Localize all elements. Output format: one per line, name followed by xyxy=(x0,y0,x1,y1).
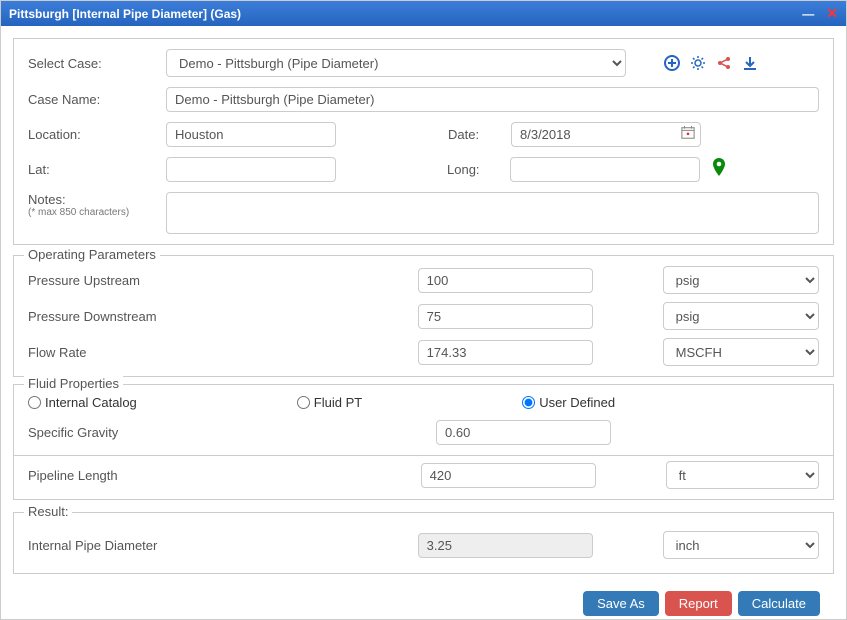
radio-user-defined[interactable]: User Defined xyxy=(522,395,615,410)
pressure-downstream-input[interactable] xyxy=(418,304,593,329)
pressure-upstream-input[interactable] xyxy=(418,268,593,293)
select-case-dropdown[interactable]: Demo - Pittsburgh (Pipe Diameter) xyxy=(166,49,626,77)
date-label: Date: xyxy=(448,127,503,142)
titlebar: Pittsburgh [Internal Pipe Diameter] (Gas… xyxy=(1,1,846,26)
content-area: Select Case: Demo - Pittsburgh (Pipe Dia… xyxy=(1,26,846,619)
pipeline-length-input[interactable] xyxy=(421,463,596,488)
gear-icon[interactable] xyxy=(690,55,706,71)
case-name-input[interactable] xyxy=(166,87,819,112)
add-icon[interactable] xyxy=(664,55,680,71)
specific-gravity-input[interactable] xyxy=(436,420,611,445)
result-label: Internal Pipe Diameter xyxy=(28,538,410,553)
case-panel: Select Case: Demo - Pittsburgh (Pipe Dia… xyxy=(13,38,834,245)
result-legend: Result: xyxy=(24,504,72,519)
notes-label-col: Notes: (* max 850 characters) xyxy=(28,192,158,218)
case-name-label: Case Name: xyxy=(28,92,158,107)
pipeline-length-unit[interactable]: ft xyxy=(666,461,819,489)
map-pin-icon[interactable] xyxy=(712,158,726,181)
radio-internal-catalog-input[interactable] xyxy=(28,396,41,409)
select-case-label: Select Case: xyxy=(28,56,158,71)
pressure-upstream-unit[interactable]: psig xyxy=(663,266,819,294)
footer-buttons: Save As Report Calculate xyxy=(13,581,834,619)
specific-gravity-label: Specific Gravity xyxy=(28,425,428,440)
lat-label: Lat: xyxy=(28,162,158,177)
long-input[interactable] xyxy=(510,157,700,182)
result-value xyxy=(418,533,593,558)
pipeline-panel: Pipeline Length ft xyxy=(13,455,834,500)
date-input[interactable] xyxy=(511,122,701,147)
flow-rate-input[interactable] xyxy=(418,340,593,365)
long-label: Long: xyxy=(447,162,502,177)
radio-fluid-pt-input[interactable] xyxy=(297,396,310,409)
save-as-button[interactable]: Save As xyxy=(583,591,659,616)
radio-fluid-pt[interactable]: Fluid PT xyxy=(297,395,362,410)
download-icon[interactable] xyxy=(742,55,758,71)
calendar-icon[interactable] xyxy=(681,125,695,143)
titlebar-buttons: — ✕ xyxy=(802,5,838,22)
fluid-properties-group: Fluid Properties Internal Catalog Fluid … xyxy=(13,384,834,456)
radio-user-defined-input[interactable] xyxy=(522,396,535,409)
window-title: Pittsburgh [Internal Pipe Diameter] (Gas… xyxy=(9,7,241,21)
pressure-downstream-unit[interactable]: psig xyxy=(663,302,819,330)
pipeline-length-label: Pipeline Length xyxy=(28,468,413,483)
flow-rate-unit[interactable]: MSCFH xyxy=(663,338,819,366)
date-field-wrap xyxy=(511,122,701,147)
application-window: Pittsburgh [Internal Pipe Diameter] (Gas… xyxy=(0,0,847,620)
notes-hint: (* max 850 characters) xyxy=(28,207,158,218)
flow-rate-label: Flow Rate xyxy=(28,345,410,360)
radio-internal-catalog[interactable]: Internal Catalog xyxy=(28,395,137,410)
location-input[interactable] xyxy=(166,122,336,147)
share-icon[interactable] xyxy=(716,55,732,71)
location-label: Location: xyxy=(28,127,158,142)
pressure-upstream-label: Pressure Upstream xyxy=(28,273,410,288)
notes-label: Notes: xyxy=(28,192,158,207)
report-button[interactable]: Report xyxy=(665,591,732,616)
fluid-properties-legend: Fluid Properties xyxy=(24,376,123,391)
close-icon[interactable]: ✕ xyxy=(826,5,838,22)
pressure-downstream-label: Pressure Downstream xyxy=(28,309,410,324)
operating-parameters-group: Operating Parameters Pressure Upstream p… xyxy=(13,255,834,377)
operating-parameters-legend: Operating Parameters xyxy=(24,247,160,262)
result-group: Result: Internal Pipe Diameter inch xyxy=(13,512,834,574)
result-unit[interactable]: inch xyxy=(663,531,819,559)
notes-textarea[interactable] xyxy=(166,192,819,234)
fluid-source-radios: Internal Catalog Fluid PT User Defined xyxy=(28,395,819,410)
lat-input[interactable] xyxy=(166,157,336,182)
case-toolbar xyxy=(664,55,758,71)
minimize-icon[interactable]: — xyxy=(802,7,814,21)
calculate-button[interactable]: Calculate xyxy=(738,591,820,616)
